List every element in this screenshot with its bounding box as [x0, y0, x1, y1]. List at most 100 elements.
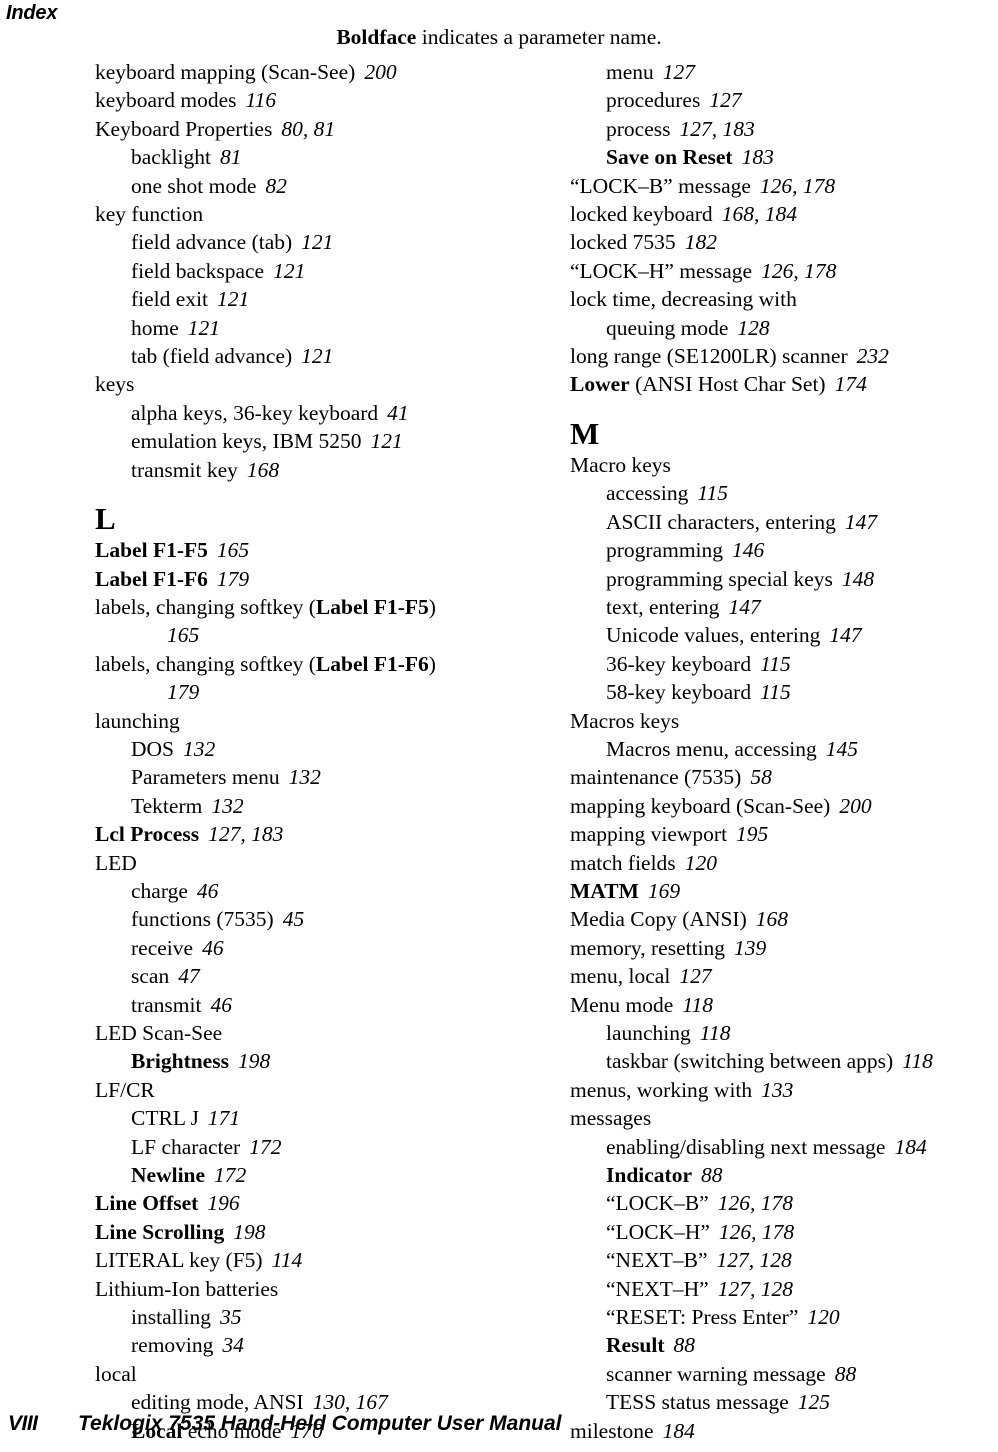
index-entry-text: TESS status message [606, 1390, 789, 1415]
index-entry: text, entering 147 [570, 593, 998, 621]
index-entry: Label F1-F6 179 [95, 565, 515, 593]
index-entry-page-numbers: 168 [755, 907, 789, 932]
index-entry-page-numbers: 88 [834, 1361, 857, 1386]
index-entry: functions (7535) 45 [95, 905, 515, 933]
index-entry-text: “LOCK–H” [606, 1219, 710, 1244]
index-entry-text: Line Scrolling [95, 1219, 225, 1244]
index-entry-text: Tekterm [131, 793, 203, 818]
index-entry: Macros keys [570, 707, 998, 735]
index-entry: LED [95, 849, 515, 877]
index-entry: LITERAL key (F5) 114 [95, 1246, 515, 1274]
index-entry-bold-term: Lower [570, 372, 630, 397]
index-entry: “LOCK–H” message 126, 178 [570, 257, 998, 285]
page-number: VIII [8, 1412, 38, 1435]
index-entry: menu 127 [570, 58, 998, 86]
index-entry: messages [570, 1104, 998, 1132]
index-entry-text: field backspace [131, 258, 265, 283]
index-entry-text: LED [95, 850, 137, 875]
index-entry-page-numbers: 132 [183, 736, 216, 761]
index-entry-text: programming [606, 538, 724, 563]
index-entry-page-numbers: 130, 167 [312, 1390, 388, 1415]
index-entry: tab (field advance) 121 [95, 342, 515, 370]
index-entry-text: LED Scan-See [95, 1021, 223, 1045]
index-entry-text: LF character [131, 1134, 241, 1159]
index-entry-text: Macro keys [570, 452, 671, 477]
index-entry: field backspace 121 [95, 257, 515, 285]
index-entry-text: menu [606, 60, 654, 84]
index-entry-page-numbers: 88 [701, 1163, 723, 1188]
index-entry: enabling/disabling next message 184 [570, 1133, 998, 1161]
index-entry-page-numbers: 81 [220, 145, 242, 170]
index-entry-page-numbers: 116 [245, 88, 277, 113]
index-entry: menus, working with 133 [570, 1076, 998, 1104]
index-entry-page-numbers: 128 [737, 315, 770, 340]
index-entry-text: emulation keys, IBM 5250 [131, 429, 362, 454]
index-entry: Line Offset 196 [95, 1189, 515, 1217]
index-entry: Menu mode 118 [570, 991, 998, 1019]
index-entry: MATM 169 [570, 877, 998, 905]
index-entry: maintenance (7535) 58 [570, 763, 998, 791]
index-entry-text: lock time, decreasing with [570, 287, 797, 312]
index-entry: CTRL J 171 [95, 1104, 515, 1132]
index-entry-text: labels, changing softkey ( [95, 651, 316, 676]
index-entry: locked keyboard 168, 184 [570, 200, 998, 228]
index-entry-page-numbers: 115 [760, 680, 791, 705]
index-entry: Lower (ANSI Host Char Set) 174 [570, 370, 998, 398]
running-head: Index [6, 2, 57, 25]
index-entry-text: ASCII characters, entering [606, 509, 836, 534]
index-entry-text: Macros keys [570, 708, 680, 733]
index-entry-text: taskbar (switching between apps) [606, 1049, 894, 1074]
index-entry-page-numbers: 147 [829, 623, 862, 648]
index-entry: programming 146 [570, 536, 998, 564]
index-entry: “LOCK–B” 126, 178 [570, 1189, 998, 1217]
index-entry: alpha keys, 36-key keyboard 41 [95, 399, 515, 427]
index-entry: labels, changing softkey (Label F1-F6) 17… [95, 650, 515, 707]
index-entry: menu, local 127 [570, 962, 998, 990]
index-entry: 58-key keyboard 115 [570, 678, 998, 706]
index-entry: backlight 81 [95, 143, 515, 171]
index-entry: keyboard mapping (Scan-See) 200 [95, 58, 515, 86]
index-entry-page-numbers: 126, 178 [718, 1219, 795, 1244]
index-entry-page-numbers: 172 [214, 1163, 247, 1188]
index-entry: emulation keys, IBM 5250 121 [95, 427, 515, 455]
index-entry-text: Unicode values, entering [606, 623, 821, 648]
index-entry: accessing 115 [570, 479, 998, 507]
index-entry-page-numbers: 168 [246, 457, 280, 482]
index-entry-text: charge [131, 878, 188, 903]
page-footer: VIII Teklogix 7535 Hand-Held Computer Us… [0, 1412, 998, 1442]
index-entry: scan 47 [95, 962, 515, 990]
index-entry: transmit key 168 [95, 456, 515, 484]
index-entry-page-numbers: 171 [207, 1106, 241, 1131]
index-entry-text: scanner warning message [606, 1361, 826, 1386]
index-entry: match fields 120 [570, 849, 998, 877]
index-entry-text: “LOCK–H” message [570, 258, 753, 283]
index-entry-text: field exit [131, 287, 209, 312]
index-entry: locked 7535 182 [570, 228, 998, 256]
index-entry: DOS 132 [95, 735, 515, 763]
index-entry-page-numbers: 184 [894, 1134, 927, 1159]
index-entry-page-numbers: 121 [273, 258, 306, 283]
index-entry-page-numbers: 127 [709, 88, 742, 113]
index-entry-text: menu, local [570, 964, 671, 989]
index-entry-text: mapping keyboard (Scan-See) [570, 793, 831, 818]
index-entry-text: launching [606, 1021, 691, 1045]
index-entry-page-numbers: 169 [647, 878, 681, 903]
index-entry-page-numbers: 179 [167, 680, 200, 705]
index-entry-page-numbers: 132 [211, 793, 244, 818]
index-entry-text: tab (field advance) [131, 344, 293, 369]
index-letter-heading: M [570, 415, 600, 451]
index-entry-text-suffix: ) [428, 651, 436, 676]
index-entry: Label F1-F5 165 [95, 536, 515, 564]
index-entry: process 127, 183 [570, 115, 998, 143]
index-entry-text: alpha keys, 36-key keyboard [131, 400, 379, 425]
index-entry: Tekterm 132 [95, 792, 515, 820]
index-entry-text: Parameters menu [131, 765, 280, 790]
index-entry-page-numbers: 200 [364, 60, 397, 84]
index-entry: local [95, 1360, 515, 1388]
index-entry: Result 88 [570, 1331, 998, 1359]
index-entry-text: one shot mode [131, 173, 257, 198]
index-entry-text: “LOCK–B” [606, 1191, 709, 1216]
index-entry-page-numbers: 132 [288, 765, 321, 790]
index-entry-text: “NEXT–H” [606, 1276, 709, 1301]
index-entry-page-numbers: 82 [265, 173, 287, 198]
